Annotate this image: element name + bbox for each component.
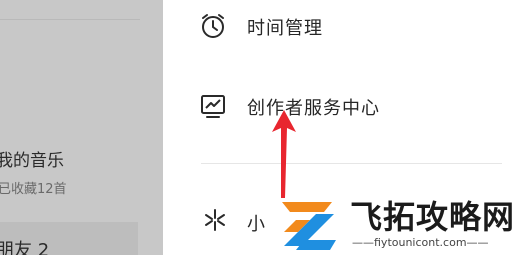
- menu-item-creator-service-center[interactable]: 创作者服务中心: [163, 78, 520, 130]
- watermark-title: 飞拓攻略网: [350, 198, 516, 236]
- left-sidebar-dimmed: 我的音乐 已收藏12首 朋友 2: [0, 0, 163, 255]
- watermark-logo-icon: [282, 202, 336, 250]
- favorite-count: 已收藏12首: [0, 182, 67, 197]
- menu-item-label: 小: [247, 214, 266, 235]
- divider: [201, 163, 502, 164]
- divider: [0, 19, 140, 20]
- red-arrow-annotation: [272, 110, 296, 198]
- menu-item-time-management[interactable]: 时间管理: [163, 0, 520, 52]
- menu-item-label: 创作者服务中心: [247, 98, 380, 119]
- my-music-label[interactable]: 我的音乐: [0, 146, 64, 171]
- trend-chart-icon: [201, 95, 225, 118]
- menu-item-label: 时间管理: [247, 18, 323, 39]
- friends-label: 朋友 2: [0, 240, 50, 255]
- alarm-clock-icon: [202, 14, 224, 38]
- watermark-url: ——fiytounicont.com——: [352, 236, 489, 249]
- watermark: 飞拓攻略网 ——fiytounicont.com——: [274, 190, 520, 255]
- sparkle-icon: [205, 209, 225, 231]
